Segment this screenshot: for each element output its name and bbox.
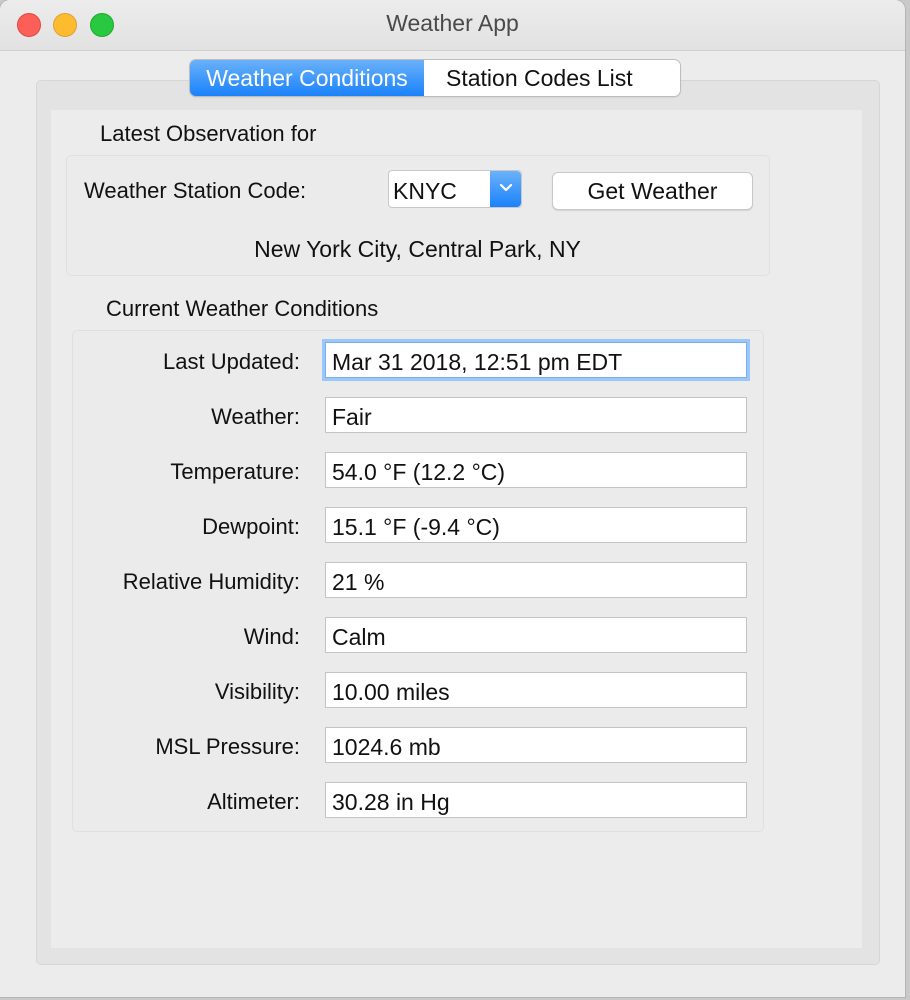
last-updated-label: Last Updated: — [163, 349, 300, 374]
app-window: Weather App Weather Conditions Station C… — [0, 0, 905, 997]
dewpoint-label: Dewpoint: — [202, 514, 300, 539]
chevron-down-icon[interactable] — [490, 171, 521, 207]
observation-section-label: Latest Observation for — [100, 121, 317, 146]
station-code-combobox[interactable]: KNYC — [388, 170, 522, 208]
tab-station-codes-list[interactable]: Station Codes List — [424, 60, 680, 96]
weather-label: Weather: — [211, 404, 300, 429]
visibility-field[interactable]: 10.00 miles — [325, 672, 747, 708]
tab-weather-conditions[interactable]: Weather Conditions — [190, 60, 424, 96]
temperature-field[interactable]: 54.0 °F (12.2 °C) — [325, 452, 747, 488]
tab-bar: Weather Conditions Station Codes List — [190, 60, 680, 96]
station-code-value: KNYC — [393, 178, 457, 204]
altimeter-label: Altimeter: — [207, 789, 300, 814]
relative-humidity-field[interactable]: 21 % — [325, 562, 747, 598]
wind-label: Wind: — [243, 624, 300, 649]
relative-humidity-label: Relative Humidity: — [122, 569, 300, 594]
station-location: New York City, Central Park, NY — [254, 236, 581, 262]
title-bar[interactable]: Weather App — [0, 0, 905, 51]
msl-pressure-label: MSL Pressure: — [155, 734, 300, 759]
conditions-section-label: Current Weather Conditions — [106, 296, 379, 321]
wind-field[interactable]: Calm — [325, 617, 747, 653]
temperature-label: Temperature: — [170, 459, 300, 484]
get-weather-button[interactable]: Get Weather — [552, 172, 753, 210]
station-code-label: Weather Station Code: — [84, 178, 307, 203]
last-updated-field[interactable]: Mar 31 2018, 12:51 pm EDT — [325, 342, 747, 378]
altimeter-field[interactable]: 30.28 in Hg — [325, 782, 747, 818]
weather-field[interactable]: Fair — [325, 397, 747, 433]
visibility-label: Visibility: — [214, 679, 300, 704]
dewpoint-field[interactable]: 15.1 °F (-9.4 °C) — [325, 507, 747, 543]
window-title: Weather App — [386, 10, 519, 36]
msl-pressure-field[interactable]: 1024.6 mb — [325, 727, 747, 763]
